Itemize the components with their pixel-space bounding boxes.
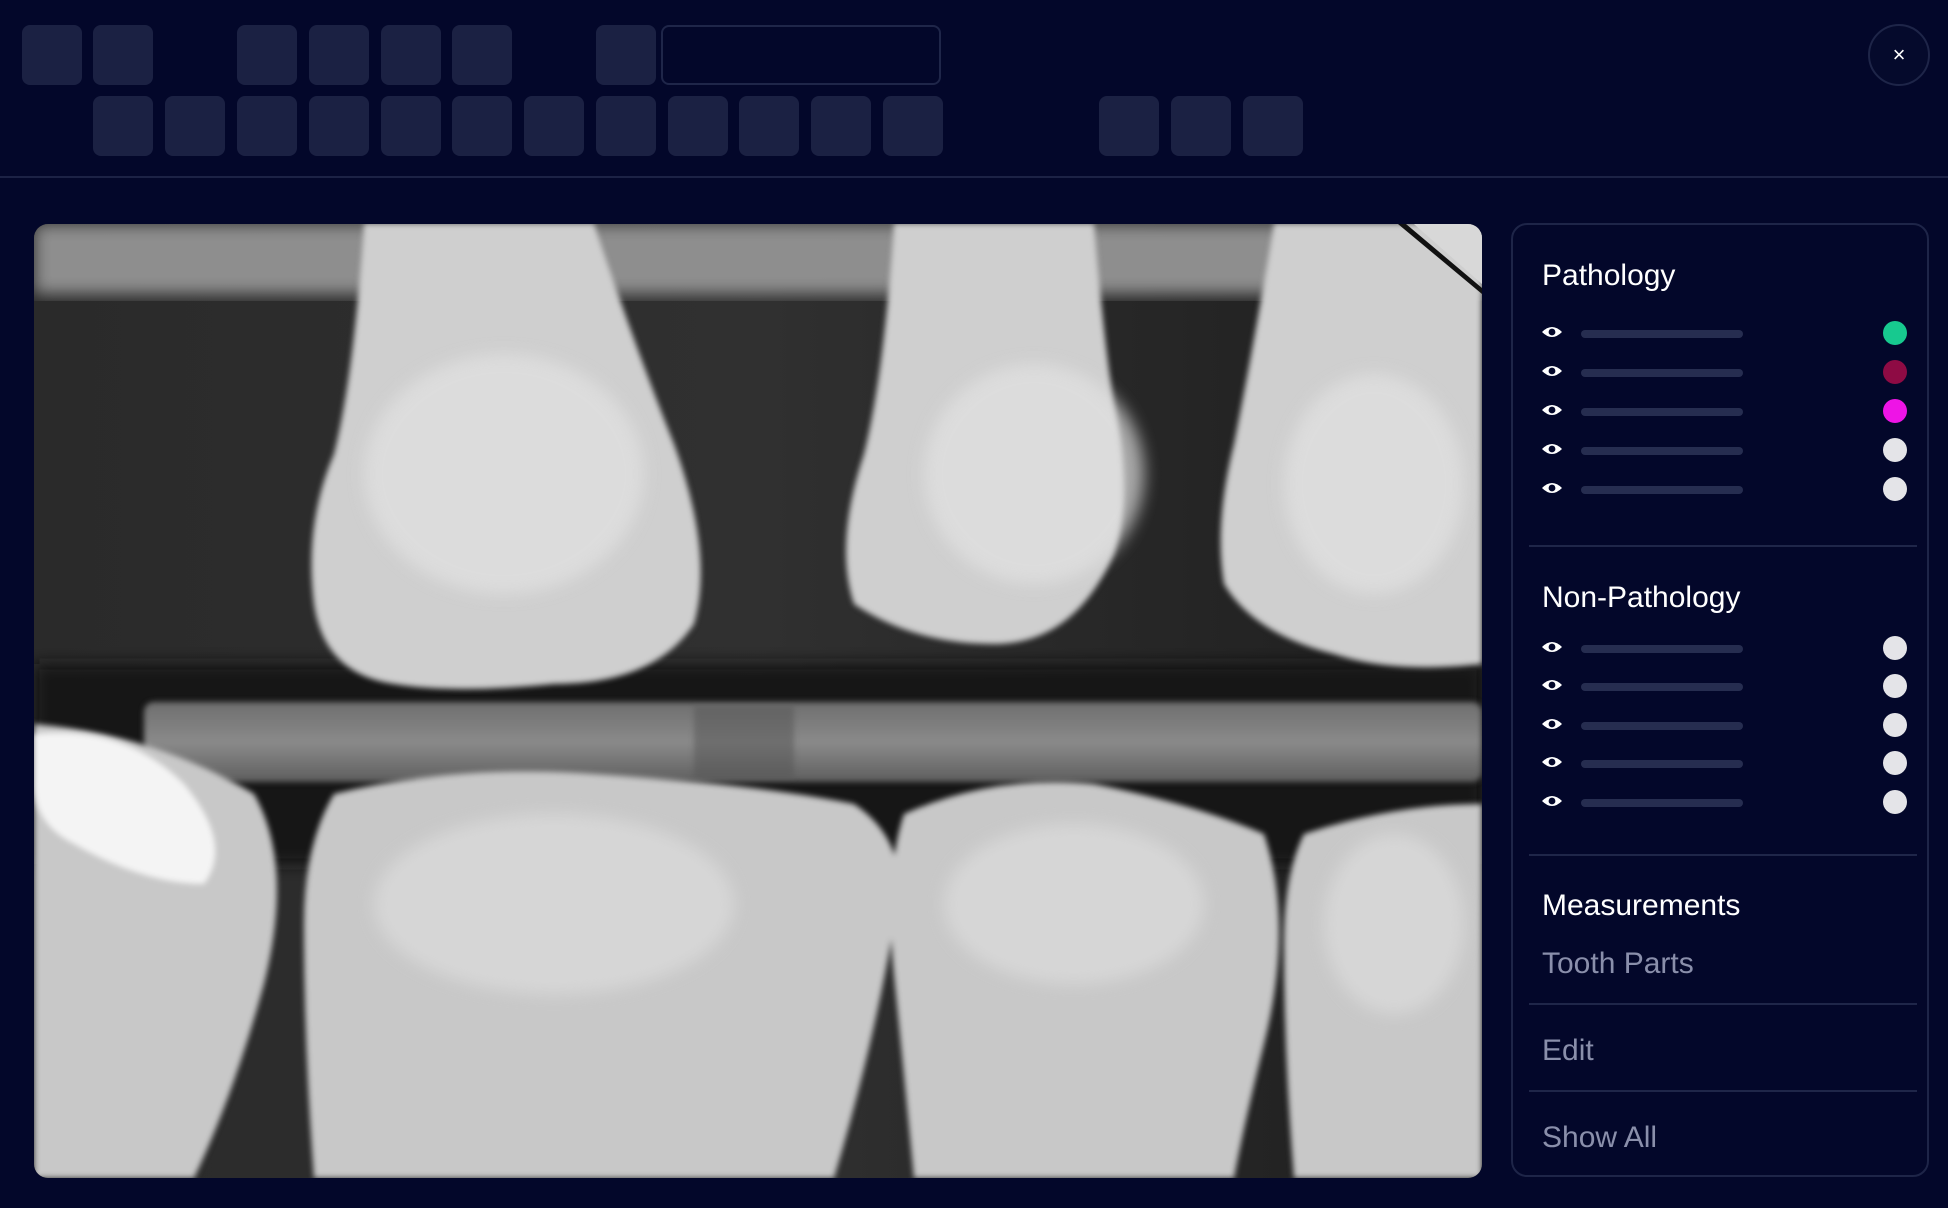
- toolbar-button[interactable]: [93, 96, 153, 156]
- toolbar-button[interactable]: [165, 96, 225, 156]
- non-pathology-row[interactable]: [1541, 710, 1907, 738]
- pathology-label-placeholder: [1581, 486, 1743, 494]
- toolbar-button[interactable]: [596, 25, 656, 85]
- eye-icon[interactable]: [1541, 637, 1563, 657]
- eye-icon[interactable]: [1541, 439, 1563, 459]
- non-pathology-label-placeholder: [1581, 722, 1743, 730]
- eye-icon[interactable]: [1541, 478, 1563, 498]
- toolbar-button[interactable]: [381, 25, 441, 85]
- eye-icon[interactable]: [1541, 322, 1563, 342]
- non-pathology-color-dot: [1883, 751, 1907, 775]
- show-all-button[interactable]: Show All: [1542, 1121, 1657, 1155]
- toolbar-button[interactable]: [524, 96, 584, 156]
- non-pathology-color-dot: [1883, 713, 1907, 737]
- divider: [1529, 1090, 1917, 1092]
- non-pathology-title: Non-Pathology: [1542, 581, 1741, 614]
- toolbar-input[interactable]: [661, 25, 941, 85]
- divider: [1529, 1003, 1917, 1005]
- non-pathology-color-dot: [1883, 674, 1907, 698]
- toolbar-button[interactable]: [381, 96, 441, 156]
- non-pathology-color-dot: [1883, 636, 1907, 660]
- pathology-color-dot: [1883, 321, 1907, 345]
- toolbar-button[interactable]: [1171, 96, 1231, 156]
- toolbar-button[interactable]: [739, 96, 799, 156]
- eye-icon[interactable]: [1541, 752, 1563, 772]
- pathology-label-placeholder: [1581, 330, 1743, 338]
- toolbar-button[interactable]: [93, 25, 153, 85]
- toolbar-button[interactable]: [883, 96, 943, 156]
- edit-button[interactable]: Edit: [1542, 1034, 1594, 1068]
- tooth-parts-toggle[interactable]: Tooth Parts: [1542, 947, 1694, 981]
- non-pathology-label-placeholder: [1581, 645, 1743, 653]
- non-pathology-row[interactable]: [1541, 671, 1907, 699]
- toolbar-button[interactable]: [1243, 96, 1303, 156]
- non-pathology-row[interactable]: [1541, 748, 1907, 776]
- close-button[interactable]: ×: [1868, 24, 1930, 86]
- non-pathology-row[interactable]: [1541, 633, 1907, 661]
- eye-icon[interactable]: [1541, 361, 1563, 381]
- pathology-row[interactable]: [1541, 435, 1907, 463]
- annotation-panel: Pathology Non-Pathology Measurements Too…: [1511, 223, 1929, 1177]
- pathology-title: Pathology: [1542, 259, 1676, 292]
- eye-icon[interactable]: [1541, 714, 1563, 734]
- toolbar-button[interactable]: [237, 96, 297, 156]
- pathology-label-placeholder: [1581, 408, 1743, 416]
- toolbar-button[interactable]: [668, 96, 728, 156]
- non-pathology-color-dot: [1883, 790, 1907, 814]
- toolbar-button[interactable]: [237, 25, 297, 85]
- toolbar-button[interactable]: [1099, 96, 1159, 156]
- pathology-color-dot: [1883, 360, 1907, 384]
- toolbar: ×: [0, 0, 1948, 178]
- non-pathology-label-placeholder: [1581, 683, 1743, 691]
- measurements-toggle[interactable]: Measurements: [1542, 889, 1740, 923]
- toolbar-button[interactable]: [452, 96, 512, 156]
- pathology-label-placeholder: [1581, 369, 1743, 377]
- pathology-row[interactable]: [1541, 357, 1907, 385]
- pathology-color-dot: [1883, 477, 1907, 501]
- pathology-color-dot: [1883, 399, 1907, 423]
- toolbar-button[interactable]: [309, 25, 369, 85]
- pathology-color-dot: [1883, 438, 1907, 462]
- toolbar-button[interactable]: [452, 25, 512, 85]
- close-icon: ×: [1892, 42, 1906, 67]
- pathology-row[interactable]: [1541, 318, 1907, 346]
- eye-icon[interactable]: [1541, 675, 1563, 695]
- divider: [1529, 545, 1917, 547]
- toolbar-button[interactable]: [811, 96, 871, 156]
- eye-icon[interactable]: [1541, 400, 1563, 420]
- pathology-row[interactable]: [1541, 474, 1907, 502]
- toolbar-button[interactable]: [596, 96, 656, 156]
- xray-image[interactable]: [34, 224, 1482, 1178]
- non-pathology-label-placeholder: [1581, 760, 1743, 768]
- toolbar-button[interactable]: [309, 96, 369, 156]
- eye-icon[interactable]: [1541, 791, 1563, 811]
- pathology-label-placeholder: [1581, 447, 1743, 455]
- non-pathology-row[interactable]: [1541, 787, 1907, 815]
- divider: [1529, 854, 1917, 856]
- toolbar-button[interactable]: [22, 25, 82, 85]
- non-pathology-label-placeholder: [1581, 799, 1743, 807]
- pathology-row[interactable]: [1541, 396, 1907, 424]
